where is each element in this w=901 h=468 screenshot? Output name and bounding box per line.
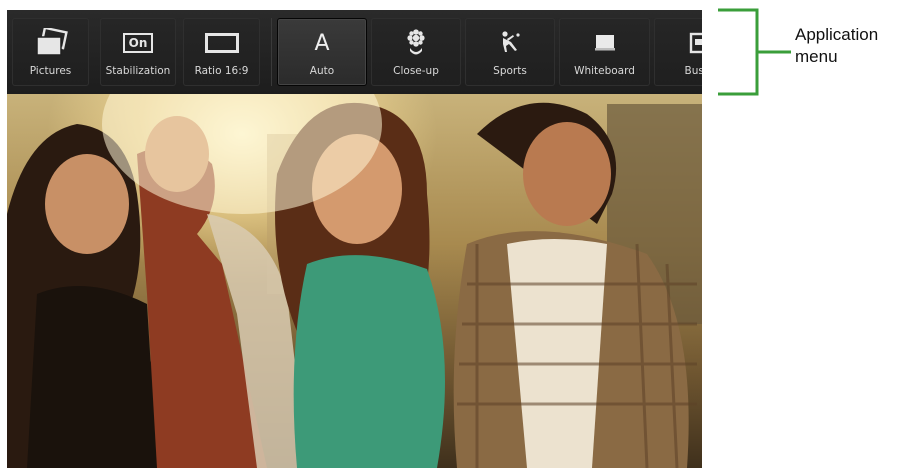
camera-app-screen: Pictures On Stabilization Ratio 16:9 A A… [7, 10, 702, 468]
business-card-icon [655, 27, 702, 59]
sports-button[interactable]: Sports [465, 18, 555, 86]
pictures-icon [13, 27, 88, 59]
auto-icon-text: A [314, 30, 330, 56]
annotation-line-2: menu [795, 47, 838, 66]
business-card-button[interactable]: Busin [654, 18, 702, 86]
menu-item-label: Auto [309, 65, 335, 77]
stabilization-button[interactable]: On Stabilization [100, 18, 176, 86]
application-menu: Pictures On Stabilization Ratio 16:9 A A… [7, 10, 702, 95]
menu-item-label: Pictures [29, 65, 72, 77]
menu-item-label: Close-up [393, 65, 439, 77]
menu-item-label: Sports [493, 65, 527, 77]
menu-item-label: Stabilization [105, 65, 171, 77]
sports-icon [466, 27, 554, 59]
menu-item-label: Whiteboard [574, 65, 635, 77]
auto-icon: A [278, 27, 366, 59]
close-up-icon [372, 27, 460, 59]
stabilization-icon-text: On [123, 33, 153, 53]
annotation-line-1: Application [795, 25, 879, 44]
pictures-button[interactable]: Pictures [12, 18, 89, 86]
close-up-button[interactable]: Close-up [371, 18, 461, 86]
ratio-16-9-icon [184, 27, 259, 59]
menu-item-label: Busin [684, 65, 702, 77]
menu-divider [271, 18, 272, 86]
camera-preview-photo [7, 94, 702, 468]
auto-button[interactable]: A Auto [277, 18, 367, 86]
stabilization-on-icon: On [101, 27, 175, 59]
whiteboard-icon [560, 27, 649, 59]
ratio-16-9-button[interactable]: Ratio 16:9 [183, 18, 260, 86]
annotation-label: Application menu [795, 24, 901, 68]
whiteboard-button[interactable]: Whiteboard [559, 18, 650, 86]
menu-item-label: Ratio 16:9 [194, 65, 249, 77]
